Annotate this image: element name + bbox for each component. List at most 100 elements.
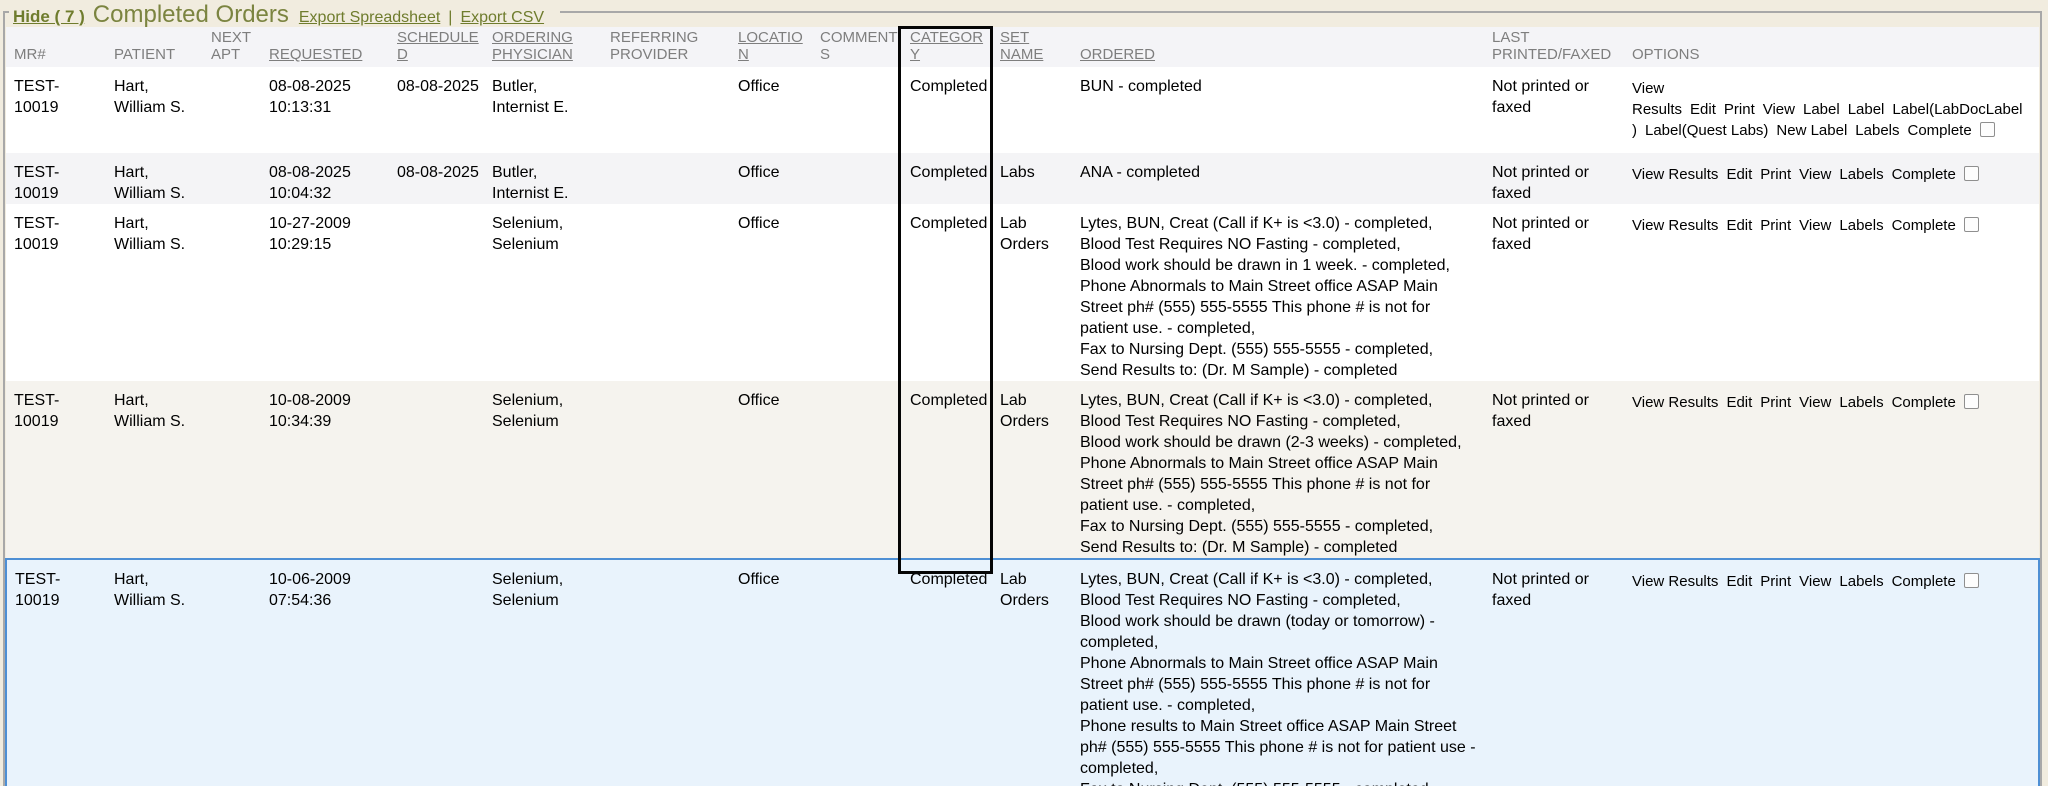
ordered-item: Phone Abnormals to Main Street office AS… [1080, 276, 1480, 339]
ordered-item: ANA - completed [1080, 162, 1480, 183]
cell-scheduled [389, 381, 484, 559]
option-link[interactable]: View Results [1632, 217, 1718, 234]
cell-mr: TEST-10019 [6, 559, 106, 786]
ordered-item: Blood Test Requires NO Fasting - complet… [1080, 590, 1480, 611]
cell-category: Completed [902, 559, 992, 786]
cell-ordering-physician: Butler, Internist E. [484, 153, 602, 204]
option-link[interactable]: Edit [1726, 217, 1752, 234]
ordered-item: Lytes, BUN, Creat (Call if K+ is <3.0) -… [1080, 213, 1480, 234]
cell-patient: Hart, William S. [106, 559, 203, 786]
ordered-item: Blood work should be drawn (today or tom… [1080, 611, 1480, 653]
export-csv-link[interactable]: Export CSV [460, 9, 544, 27]
cell-comments [812, 559, 902, 786]
ordered-item: Blood work should be drawn (2-3 weeks) -… [1080, 432, 1480, 453]
option-link[interactable]: Labels [1839, 394, 1883, 411]
option-link[interactable]: View Results [1632, 573, 1718, 590]
option-link[interactable]: Labels [1839, 573, 1883, 590]
cell-requested: 10-08-2009 10:34:39 [261, 381, 389, 559]
option-link[interactable]: View [1763, 101, 1795, 118]
ordered-item: Send Results to: (Dr. M Sample) - comple… [1080, 537, 1480, 558]
cell-next-apt [203, 153, 261, 204]
ordered-item: Blood Test Requires NO Fasting - complet… [1080, 411, 1480, 432]
cell-referring-provider [602, 559, 730, 786]
cell-ordered: BUN - completed [1072, 67, 1484, 153]
cell-ordered: Lytes, BUN, Creat (Call if K+ is <3.0) -… [1072, 559, 1484, 786]
table-row-selected: TEST-10019 Hart, William S. 10-06-2009 0… [6, 559, 2039, 786]
option-link[interactable]: View Results [1632, 80, 1682, 118]
col-header-requested[interactable]: REQUESTED [261, 27, 389, 67]
option-link[interactable]: Labels [1839, 166, 1883, 183]
cell-requested: 10-27-2009 10:29:15 [261, 204, 389, 381]
option-link[interactable]: Complete [1892, 166, 1956, 183]
option-link[interactable]: Complete [1892, 394, 1956, 411]
cell-set-name [992, 67, 1072, 153]
option-link[interactable]: Label [1848, 101, 1885, 118]
option-link[interactable]: Label(Quest Labs) [1645, 122, 1768, 139]
complete-checkbox[interactable] [1964, 573, 1979, 588]
ordered-item: Lytes, BUN, Creat (Call if K+ is <3.0) -… [1080, 569, 1480, 590]
option-link[interactable]: Print [1760, 573, 1791, 590]
page-title: Completed Orders [93, 1, 289, 29]
option-link[interactable]: View [1799, 573, 1831, 590]
col-header-ordering-physician[interactable]: ORDERING PHYSICIAN [484, 27, 602, 67]
table-row: TEST-10019 Hart, William S. 08-08-2025 1… [6, 67, 2039, 153]
table-row: TEST-10019 Hart, William S. 08-08-2025 1… [6, 153, 2039, 204]
cell-comments [812, 204, 902, 381]
option-link[interactable]: View [1799, 394, 1831, 411]
cell-category: Completed [902, 153, 992, 204]
cell-ordering-physician: Selenium, Selenium [484, 204, 602, 381]
cell-ordered: Lytes, BUN, Creat (Call if K+ is <3.0) -… [1072, 381, 1484, 559]
option-link[interactable]: Print [1724, 101, 1755, 118]
ordered-item: Fax to Nursing Dept. (555) 555-5555 - co… [1080, 516, 1480, 537]
col-header-set-name[interactable]: SET NAME [992, 27, 1072, 67]
option-link[interactable]: Complete [1892, 573, 1956, 590]
cell-set-name: Lab Orders [992, 559, 1072, 786]
option-link[interactable]: Labels [1855, 122, 1899, 139]
table-header-row: MR# PATIENT NEXT APT REQUESTED SCHEDULED… [6, 27, 2039, 67]
option-link[interactable]: New Label [1776, 122, 1847, 139]
cell-options: View Results Edit Print View Labels Complete [1624, 153, 2039, 204]
col-header-scheduled[interactable]: SCHEDULED [389, 27, 484, 67]
option-link[interactable]: View [1799, 217, 1831, 234]
cell-last-printed-faxed: Not printed or faxed [1484, 153, 1624, 204]
option-link[interactable]: Labels [1839, 217, 1883, 234]
option-link[interactable]: View [1799, 166, 1831, 183]
complete-checkbox[interactable] [1964, 217, 1979, 232]
table-row: TEST-10019 Hart, William S. 10-08-2009 1… [6, 381, 2039, 559]
cell-comments [812, 67, 902, 153]
complete-checkbox[interactable] [1980, 122, 1995, 137]
col-header-ordered[interactable]: ORDERED [1072, 27, 1484, 67]
export-spreadsheet-link[interactable]: Export Spreadsheet [299, 9, 440, 27]
ordered-item: Phone results to Main Street office ASAP… [1080, 716, 1480, 779]
col-header-options: OPTIONS [1624, 27, 2039, 67]
complete-checkbox[interactable] [1964, 394, 1979, 409]
cell-last-printed-faxed: Not printed or faxed [1484, 67, 1624, 153]
option-link[interactable]: Label [1803, 101, 1840, 118]
option-link[interactable]: Edit [1726, 573, 1752, 590]
option-link[interactable]: Edit [1726, 394, 1752, 411]
cell-mr: TEST-10019 [6, 381, 106, 559]
ordered-item: Blood Test Requires NO Fasting - complet… [1080, 234, 1480, 255]
cell-ordering-physician: Selenium, Selenium [484, 381, 602, 559]
option-link[interactable]: View Results [1632, 394, 1718, 411]
cell-referring-provider [602, 381, 730, 559]
cell-last-printed-faxed: Not printed or faxed [1484, 381, 1624, 559]
option-link[interactable]: Print [1760, 217, 1791, 234]
col-header-location[interactable]: LOCATION [730, 27, 812, 67]
option-link[interactable]: View Results [1632, 166, 1718, 183]
complete-checkbox[interactable] [1964, 166, 1979, 181]
option-link[interactable]: Complete [1892, 217, 1956, 234]
cell-requested: 08-08-2025 10:04:32 [261, 153, 389, 204]
option-link[interactable]: Edit [1690, 101, 1716, 118]
col-header-category[interactable]: CATEGORY [902, 27, 992, 67]
option-link[interactable]: Print [1760, 166, 1791, 183]
option-link[interactable]: Print [1760, 394, 1791, 411]
cell-patient: Hart, William S. [106, 67, 203, 153]
cell-patient: Hart, William S. [106, 153, 203, 204]
hide-link[interactable]: Hide ( 7 ) [13, 7, 85, 27]
option-link[interactable]: Complete [1908, 122, 1972, 139]
cell-scheduled: 08-08-2025 [389, 67, 484, 153]
option-link[interactable]: Edit [1726, 166, 1752, 183]
completed-orders-table: MR# PATIENT NEXT APT REQUESTED SCHEDULED… [5, 27, 2040, 786]
cell-location: Office [730, 153, 812, 204]
